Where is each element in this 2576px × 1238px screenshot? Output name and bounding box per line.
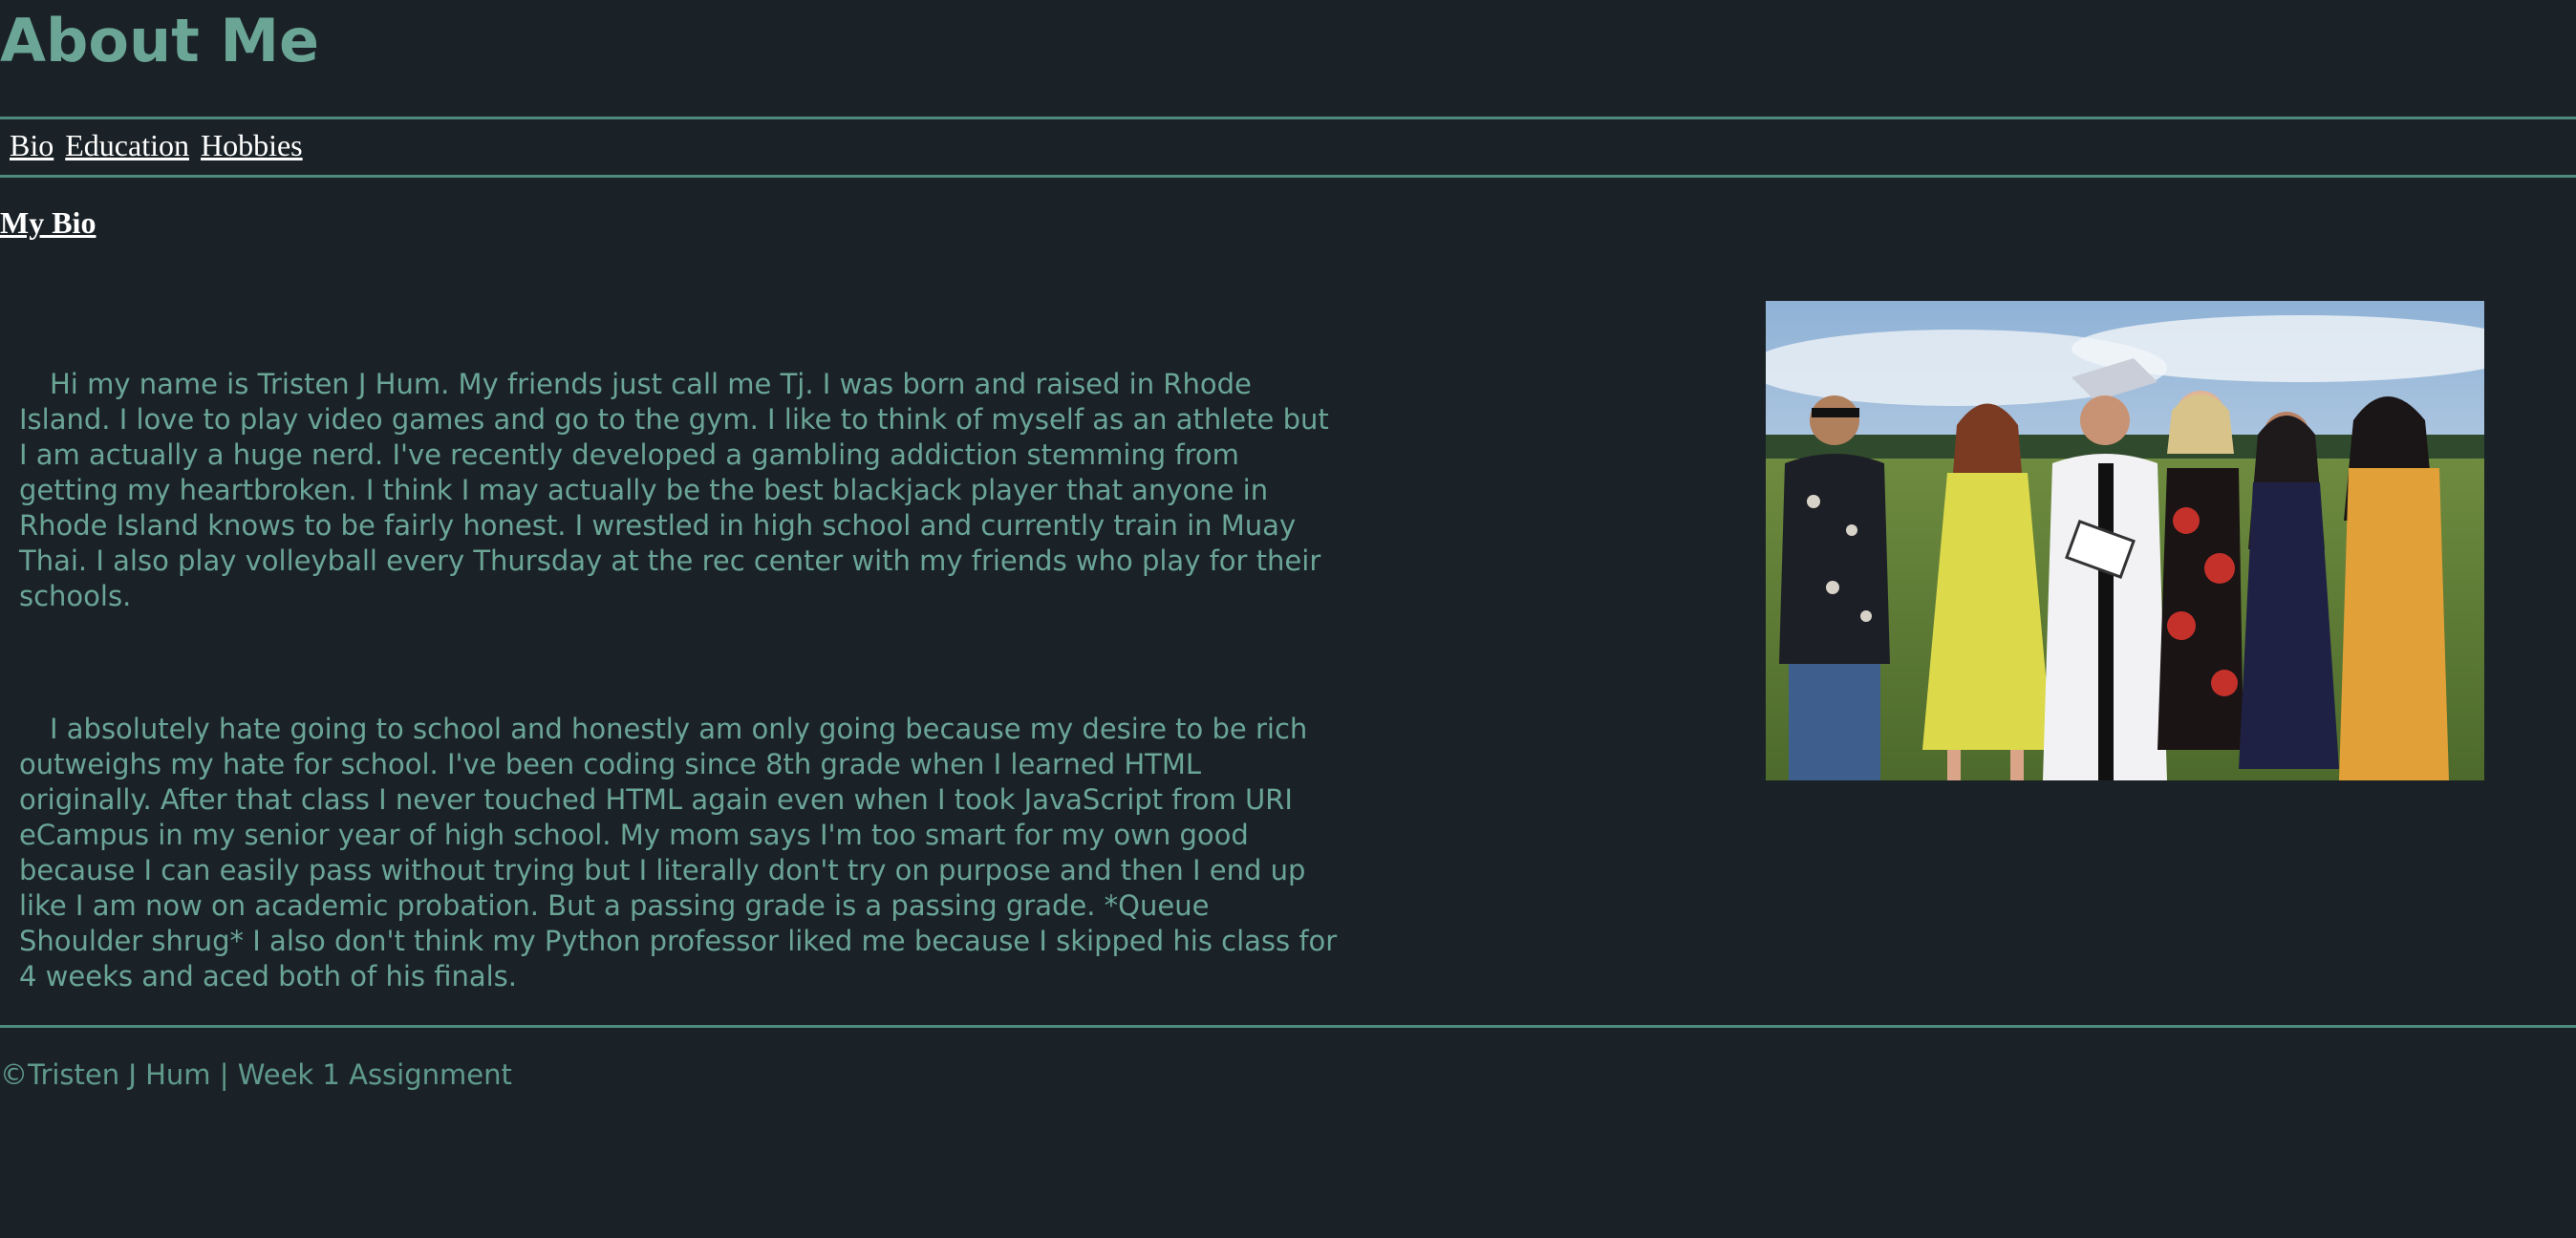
graduation-photo <box>1766 301 2484 780</box>
section-heading: My Bio <box>0 205 97 240</box>
nav-link-education[interactable]: Education <box>65 128 189 162</box>
school-paragraph: I absolutely hate going to school and ho… <box>19 713 1338 993</box>
nav-divider <box>0 175 2576 178</box>
nav-link-hobbies[interactable]: Hobbies <box>201 128 303 162</box>
bio-paragraph: Hi my name is Tristen J Hum. My friends … <box>19 368 1329 612</box>
footer-text: ©Tristen J Hum | Week 1 Assignment <box>0 1058 512 1091</box>
nav-link-bio[interactable]: Bio <box>10 128 54 162</box>
page-title: About Me <box>0 6 320 75</box>
header-divider <box>0 117 2576 119</box>
footer-divider <box>0 1025 2576 1028</box>
main-nav: Bio Education Hobbies <box>10 128 307 163</box>
